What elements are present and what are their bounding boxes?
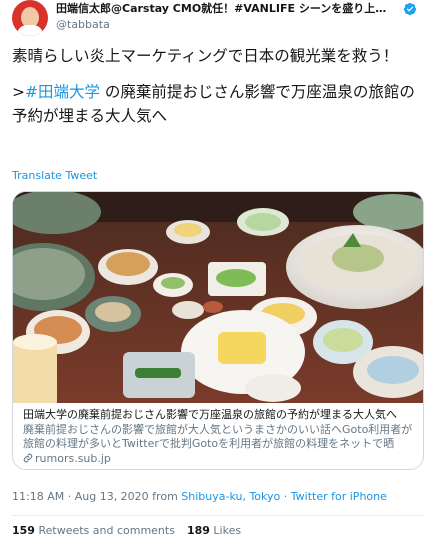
divider <box>12 515 424 516</box>
avatar[interactable] <box>12 0 48 36</box>
card-title[interactable]: 田端大学の廃棄前提おじさん影響で万座温泉の旅館の予約が埋まる大人気へ <box>23 408 415 422</box>
hashtag-link[interactable]: #田端大学 <box>25 83 100 101</box>
likes-label: Likes <box>209 524 242 537</box>
likes-stat[interactable]: 189 Likes <box>187 524 241 537</box>
card-domain-text: rumors.sub.jp <box>35 452 111 465</box>
retweets-stat[interactable]: 159 Retweets and comments <box>12 524 175 537</box>
location-link[interactable]: Shibuya-ku, Tokyo <box>181 490 280 503</box>
tweet-line-2: >#田端大学 の廃棄前提おじさん影響で万座温泉の旅館の予約が埋まる大人気へ <box>12 80 426 128</box>
meta-from: from <box>148 490 182 503</box>
translate-tweet-link[interactable]: Translate Tweet <box>12 169 97 182</box>
tweet-time[interactable]: 11:18 AM <box>12 490 64 503</box>
card-image <box>13 192 423 403</box>
display-name[interactable]: 田端信太郎@Carstay CMO就任！#VANLIFE シーンを盛り上げ… <box>56 1 396 17</box>
retweets-count: 159 <box>12 524 35 537</box>
engagement-stats: 159 Retweets and comments 189 Likes <box>12 524 241 537</box>
likes-count: 189 <box>186 524 210 537</box>
link-icon <box>23 453 33 463</box>
tweet-line-1: 素晴らしい炎上マーケティングで日本の観光業を救う！ <box>12 47 399 65</box>
card-description: 廃棄前提おじさんの影響で旅館が大人気というまさかのいい話へGoto利用者が旅館の… <box>23 423 413 450</box>
meta-separator-2: · <box>280 490 291 503</box>
tweet-arrow: > <box>12 83 25 101</box>
client-link[interactable]: Twitter for iPhone <box>291 490 387 503</box>
card-text[interactable]: 田端大学の廃棄前提おじさん影響で万座温泉の旅館の予約が埋まる大人気へ 廃棄前提お… <box>23 408 415 466</box>
card-domain[interactable]: rumors.sub.jp <box>23 452 415 466</box>
tweet-text: 素晴らしい炎上マーケティングで日本の観光業を救う！ >#田端大学 の廃棄前提おじ… <box>12 44 426 128</box>
handle[interactable]: @tabbata <box>56 18 110 32</box>
avatar-shirt <box>17 25 43 36</box>
tweet-header: 田端信太郎@Carstay CMO就任！#VANLIFE シーンを盛り上げ… @… <box>12 0 424 42</box>
retweets-label: Retweets and comments <box>34 524 175 537</box>
verified-badge-icon <box>403 2 417 16</box>
tweet-date[interactable]: Aug 13, 2020 <box>75 490 149 503</box>
link-card[interactable]: 田端大学の廃棄前提おじさん影響で万座温泉の旅館の予約が埋まる大人気へ 廃棄前提お… <box>12 191 424 470</box>
tweet-meta: 11:18 AM · Aug 13, 2020 from Shibuya-ku,… <box>12 490 387 503</box>
name-row[interactable]: 田端信太郎@Carstay CMO就任！#VANLIFE シーンを盛り上げ… <box>56 1 424 17</box>
meta-separator: · <box>64 490 75 503</box>
